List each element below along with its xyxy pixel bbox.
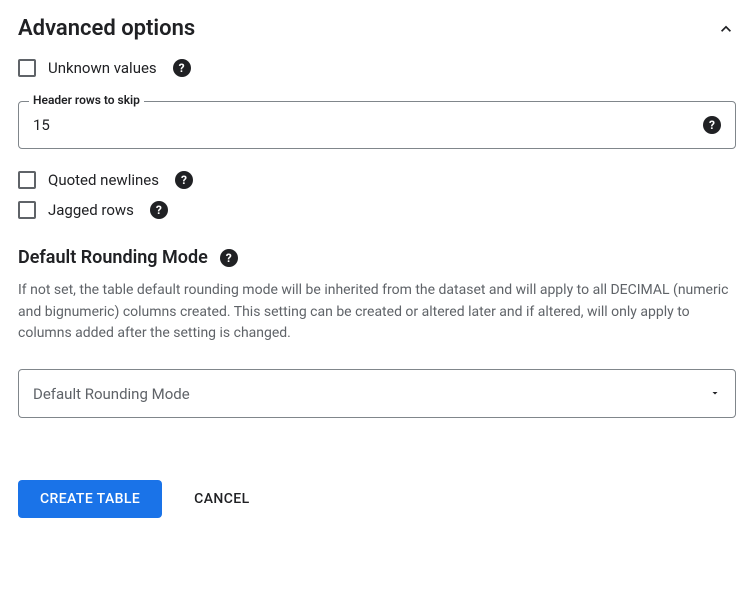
header-rows-field[interactable]: Header rows to skip ? xyxy=(18,101,736,149)
chevron-up-icon[interactable] xyxy=(716,19,736,39)
help-icon[interactable]: ? xyxy=(173,59,191,77)
rounding-mode-header: Default Rounding Mode ? xyxy=(18,247,736,268)
rounding-mode-selected: Default Rounding Mode xyxy=(33,385,190,403)
create-table-button[interactable]: CREATE TABLE xyxy=(18,480,162,518)
header-rows-label: Header rows to skip xyxy=(29,93,144,107)
jagged-rows-checkbox[interactable] xyxy=(18,201,36,219)
section-title: Advanced options xyxy=(18,16,195,41)
rounding-mode-select[interactable]: Default Rounding Mode xyxy=(18,369,736,418)
help-icon[interactable]: ? xyxy=(220,249,238,267)
jagged-rows-label: Jagged rows xyxy=(48,201,134,219)
help-icon[interactable]: ? xyxy=(703,116,721,134)
quoted-newlines-row: Quoted newlines ? xyxy=(18,171,736,189)
quoted-newlines-checkbox[interactable] xyxy=(18,171,36,189)
header-rows-input[interactable] xyxy=(33,116,695,134)
rounding-mode-title: Default Rounding Mode xyxy=(18,247,208,268)
quoted-newlines-label: Quoted newlines xyxy=(48,171,159,189)
rounding-mode-description: If not set, the table default rounding m… xyxy=(18,280,736,345)
advanced-options-header[interactable]: Advanced options xyxy=(18,16,736,41)
unknown-values-row: Unknown values ? xyxy=(18,59,736,77)
unknown-values-label: Unknown values xyxy=(48,59,157,77)
unknown-values-checkbox[interactable] xyxy=(18,59,36,77)
action-bar: CREATE TABLE CANCEL xyxy=(18,480,736,518)
jagged-rows-row: Jagged rows ? xyxy=(18,201,736,219)
help-icon[interactable]: ? xyxy=(175,171,193,189)
dropdown-icon xyxy=(709,384,721,403)
help-icon[interactable]: ? xyxy=(150,201,168,219)
cancel-button[interactable]: CANCEL xyxy=(190,481,253,517)
